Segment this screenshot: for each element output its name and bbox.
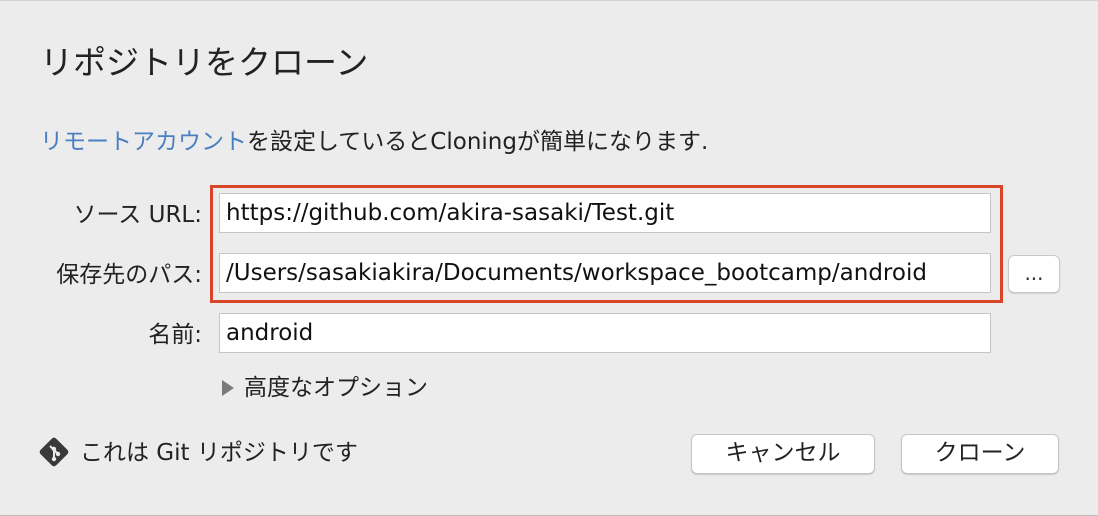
info-rest-text: を設定しているとCloningが簡単になります. — [247, 129, 709, 155]
advanced-options-label: 高度なオプション — [244, 375, 428, 401]
advanced-options-toggle[interactable]: 高度なオプション — [222, 371, 428, 405]
source-url-label: ソース URL: — [73, 202, 202, 228]
disclosure-triangle-icon — [222, 380, 234, 396]
info-text: リモートアカウントを設定しているとCloningが簡単になります. — [40, 125, 708, 159]
clone-button[interactable]: クローン — [901, 434, 1059, 474]
remote-account-link[interactable]: リモートアカウント — [40, 129, 247, 155]
cancel-button[interactable]: キャンセル — [691, 434, 875, 474]
name-input[interactable]: android — [219, 313, 991, 353]
clone-repository-dialog: リポジトリをクローン リモートアカウントを設定しているとCloningが簡単にな… — [0, 0, 1098, 516]
git-status-text: これは Git リポジトリです — [80, 440, 358, 466]
git-icon — [39, 437, 69, 467]
dialog-title: リポジトリをクローン — [40, 43, 369, 82]
browse-button[interactable]: ... — [1008, 255, 1060, 293]
git-status: これは Git リポジトリです — [38, 435, 358, 475]
destination-path-label: 保存先のパス: — [56, 262, 202, 288]
source-url-input[interactable]: https://github.com/akira-sasaki/Test.git — [219, 193, 991, 233]
name-label: 名前: — [148, 322, 202, 348]
destination-path-input[interactable]: /Users/sasakiakira/Documents/workspace_b… — [219, 253, 991, 293]
